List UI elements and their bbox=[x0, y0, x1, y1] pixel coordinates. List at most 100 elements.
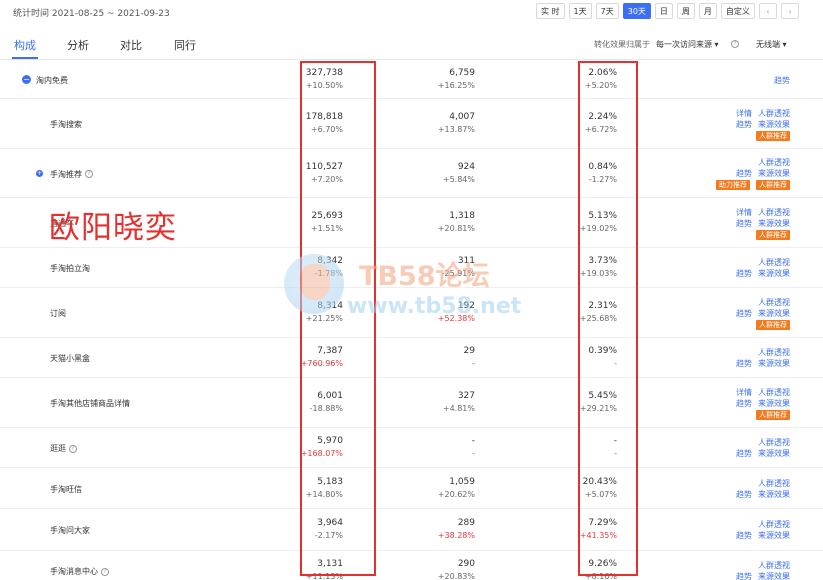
recommend-tag-button[interactable]: 人群推荐 bbox=[756, 130, 790, 141]
help-icon[interactable]: ? bbox=[101, 567, 109, 576]
range-realtime-button[interactable]: 实 时 bbox=[536, 3, 565, 19]
metric-cell: 2.24% +6.72% bbox=[540, 111, 617, 136]
action-link[interactable]: 来源效果 bbox=[758, 218, 790, 229]
action-link[interactable]: 趋势 bbox=[736, 119, 752, 130]
action-link[interactable]: 趋势 bbox=[736, 268, 752, 279]
action-link[interactable]: 人群透视 bbox=[758, 519, 790, 530]
action-link[interactable]: 人群透视 bbox=[758, 108, 790, 119]
action-link[interactable]: 人群透视 bbox=[758, 437, 790, 448]
action-link[interactable]: 趋势 bbox=[736, 218, 752, 229]
metric-change: +19.03% bbox=[579, 269, 617, 278]
tab-analysis[interactable]: 分析 bbox=[67, 37, 89, 53]
row-source-name: 手淘消息中心? bbox=[50, 566, 109, 577]
recommend-tag-button[interactable]: 人群推荐 bbox=[756, 229, 790, 240]
range-1day-button[interactable]: 1天 bbox=[568, 3, 592, 19]
row-actions: 人群透视 趋势 来源效果 bbox=[700, 437, 790, 459]
table-row: 手淘拍立淘 8,342 -1.78% 311 -25.91% 3.73% +19.03% 人群… bbox=[0, 248, 823, 288]
action-link[interactable]: 趋势 bbox=[736, 358, 752, 369]
metric-cell: 0.84% -1.27% bbox=[540, 161, 617, 186]
metric-cell: 327,738 +10.50% bbox=[250, 67, 343, 92]
metric-change: -2.17% bbox=[314, 531, 343, 540]
action-link[interactable]: 人群透视 bbox=[758, 387, 790, 398]
action-link[interactable]: 趋势 bbox=[736, 398, 752, 409]
action-link[interactable]: 来源效果 bbox=[758, 268, 790, 279]
action-link[interactable]: 人群透视 bbox=[758, 207, 790, 218]
action-link[interactable]: 来源效果 bbox=[758, 530, 790, 541]
action-link[interactable]: 来源效果 bbox=[758, 168, 790, 179]
action-link[interactable]: 来源效果 bbox=[758, 119, 790, 130]
recommend-tag-button[interactable]: 人群推荐 bbox=[756, 180, 790, 190]
expand-icon[interactable]: + bbox=[36, 169, 43, 177]
range-day-button[interactable]: 日 bbox=[654, 3, 673, 19]
action-link[interactable]: 人群透视 bbox=[758, 347, 790, 358]
metric-cell: 3,964 -2.17% bbox=[250, 517, 343, 542]
action-link[interactable]: 人群透视 bbox=[758, 297, 790, 308]
action-link[interactable]: 来源效果 bbox=[758, 358, 790, 369]
metric-value: 0.39% bbox=[588, 346, 617, 356]
action-link[interactable]: 详情 bbox=[736, 207, 752, 218]
recommend-tag-button[interactable]: 人群推荐 bbox=[756, 319, 790, 330]
action-link[interactable]: 来源效果 bbox=[758, 308, 790, 319]
action-link[interactable]: 人群透视 bbox=[758, 257, 790, 268]
action-link[interactable]: 人群透视 bbox=[758, 157, 790, 168]
action-link[interactable]: 详情 bbox=[736, 387, 752, 398]
collapse-icon[interactable]: − bbox=[22, 75, 31, 84]
metric-value: 8,342 bbox=[317, 256, 343, 266]
metric-change: +13.87% bbox=[437, 125, 475, 134]
metric-cell: 110,527 +7.20% bbox=[250, 161, 343, 186]
action-link[interactable]: 趋势 bbox=[736, 489, 752, 500]
row-source-label: 手淘搜索 bbox=[50, 120, 82, 129]
tab-composition[interactable]: 构成 bbox=[14, 37, 36, 53]
metric-cell: 3,131 +11.13% bbox=[250, 558, 343, 580]
tab-compare[interactable]: 对比 bbox=[120, 37, 142, 53]
action-link[interactable]: 趋势 bbox=[774, 75, 790, 86]
metric-change: +20.83% bbox=[437, 572, 475, 580]
tab-peers[interactable]: 同行 bbox=[174, 37, 196, 53]
range-month-button[interactable]: 月 bbox=[698, 3, 717, 19]
metric-change: +1.51% bbox=[310, 224, 343, 233]
metric-change: - bbox=[614, 449, 617, 458]
action-link[interactable]: 人群透视 bbox=[758, 560, 790, 571]
attribution-select[interactable]: 每一次访问来源 ▾ bbox=[656, 39, 719, 50]
help-icon[interactable]: ? bbox=[731, 40, 739, 48]
action-link[interactable]: 人群透视 bbox=[758, 478, 790, 489]
active-tab-indicator bbox=[12, 57, 38, 59]
attribution-label: 转化效果归属于 bbox=[594, 40, 650, 49]
metric-cell: 2.31% +25.68% bbox=[540, 300, 617, 325]
recommend-tag-button[interactable]: 助力推荐 bbox=[716, 180, 750, 190]
row-source-name: 手淘搜索 bbox=[50, 119, 82, 130]
action-link[interactable]: 趋势 bbox=[736, 168, 752, 179]
range-custom-button[interactable]: 自定义 bbox=[720, 3, 755, 19]
metric-change: +14.80% bbox=[305, 489, 343, 499]
metric-cell: 29 - bbox=[390, 345, 475, 370]
action-link[interactable]: 趋势 bbox=[736, 448, 752, 459]
metric-value: 5.13% bbox=[588, 211, 617, 221]
device-select[interactable]: 无线端 ▾ bbox=[756, 39, 787, 50]
metric-cell: 924 +5.84% bbox=[390, 161, 475, 186]
help-icon[interactable]: ? bbox=[85, 170, 93, 178]
action-link[interactable]: 趋势 bbox=[736, 308, 752, 319]
recommend-tag-button[interactable]: 人群推荐 bbox=[756, 409, 790, 420]
metric-change: +168.07% bbox=[300, 449, 343, 458]
metric-cell: 311 -25.91% bbox=[390, 255, 475, 280]
next-period-button[interactable]: › bbox=[780, 3, 799, 19]
action-link[interactable]: 趋势 bbox=[736, 530, 752, 541]
metric-value: 20.43% bbox=[582, 476, 617, 487]
action-link[interactable]: 趋势 bbox=[736, 571, 752, 580]
table-row: 逛逛? 5,970 +168.07% - - - - 人群透视 趋势 来源效果 bbox=[0, 428, 823, 468]
action-link[interactable]: 来源效果 bbox=[758, 571, 790, 580]
help-icon[interactable]: ? bbox=[69, 444, 77, 453]
range-week-button[interactable]: 周 bbox=[676, 3, 695, 19]
range-7day-button[interactable]: 7天 bbox=[595, 3, 619, 19]
row-actions: 人群透视 趋势 来源效果 助力推荐 人群推荐 bbox=[700, 157, 790, 190]
range-30day-button[interactable]: 30天 bbox=[622, 3, 651, 19]
table-row: 手淘旺信 5,183 +14.80% 1,059 +20.62% 20.43% +5.07%… bbox=[0, 468, 823, 509]
metric-value: 0.84% bbox=[588, 161, 617, 172]
action-link[interactable]: 详情 bbox=[736, 108, 752, 119]
action-link[interactable]: 来源效果 bbox=[758, 489, 790, 500]
prev-period-button[interactable]: ‹ bbox=[758, 3, 777, 19]
action-link[interactable]: 来源效果 bbox=[758, 448, 790, 459]
metric-change: +5.20% bbox=[584, 81, 617, 90]
action-link[interactable]: 来源效果 bbox=[758, 398, 790, 409]
metric-value: 110,527 bbox=[305, 161, 343, 172]
